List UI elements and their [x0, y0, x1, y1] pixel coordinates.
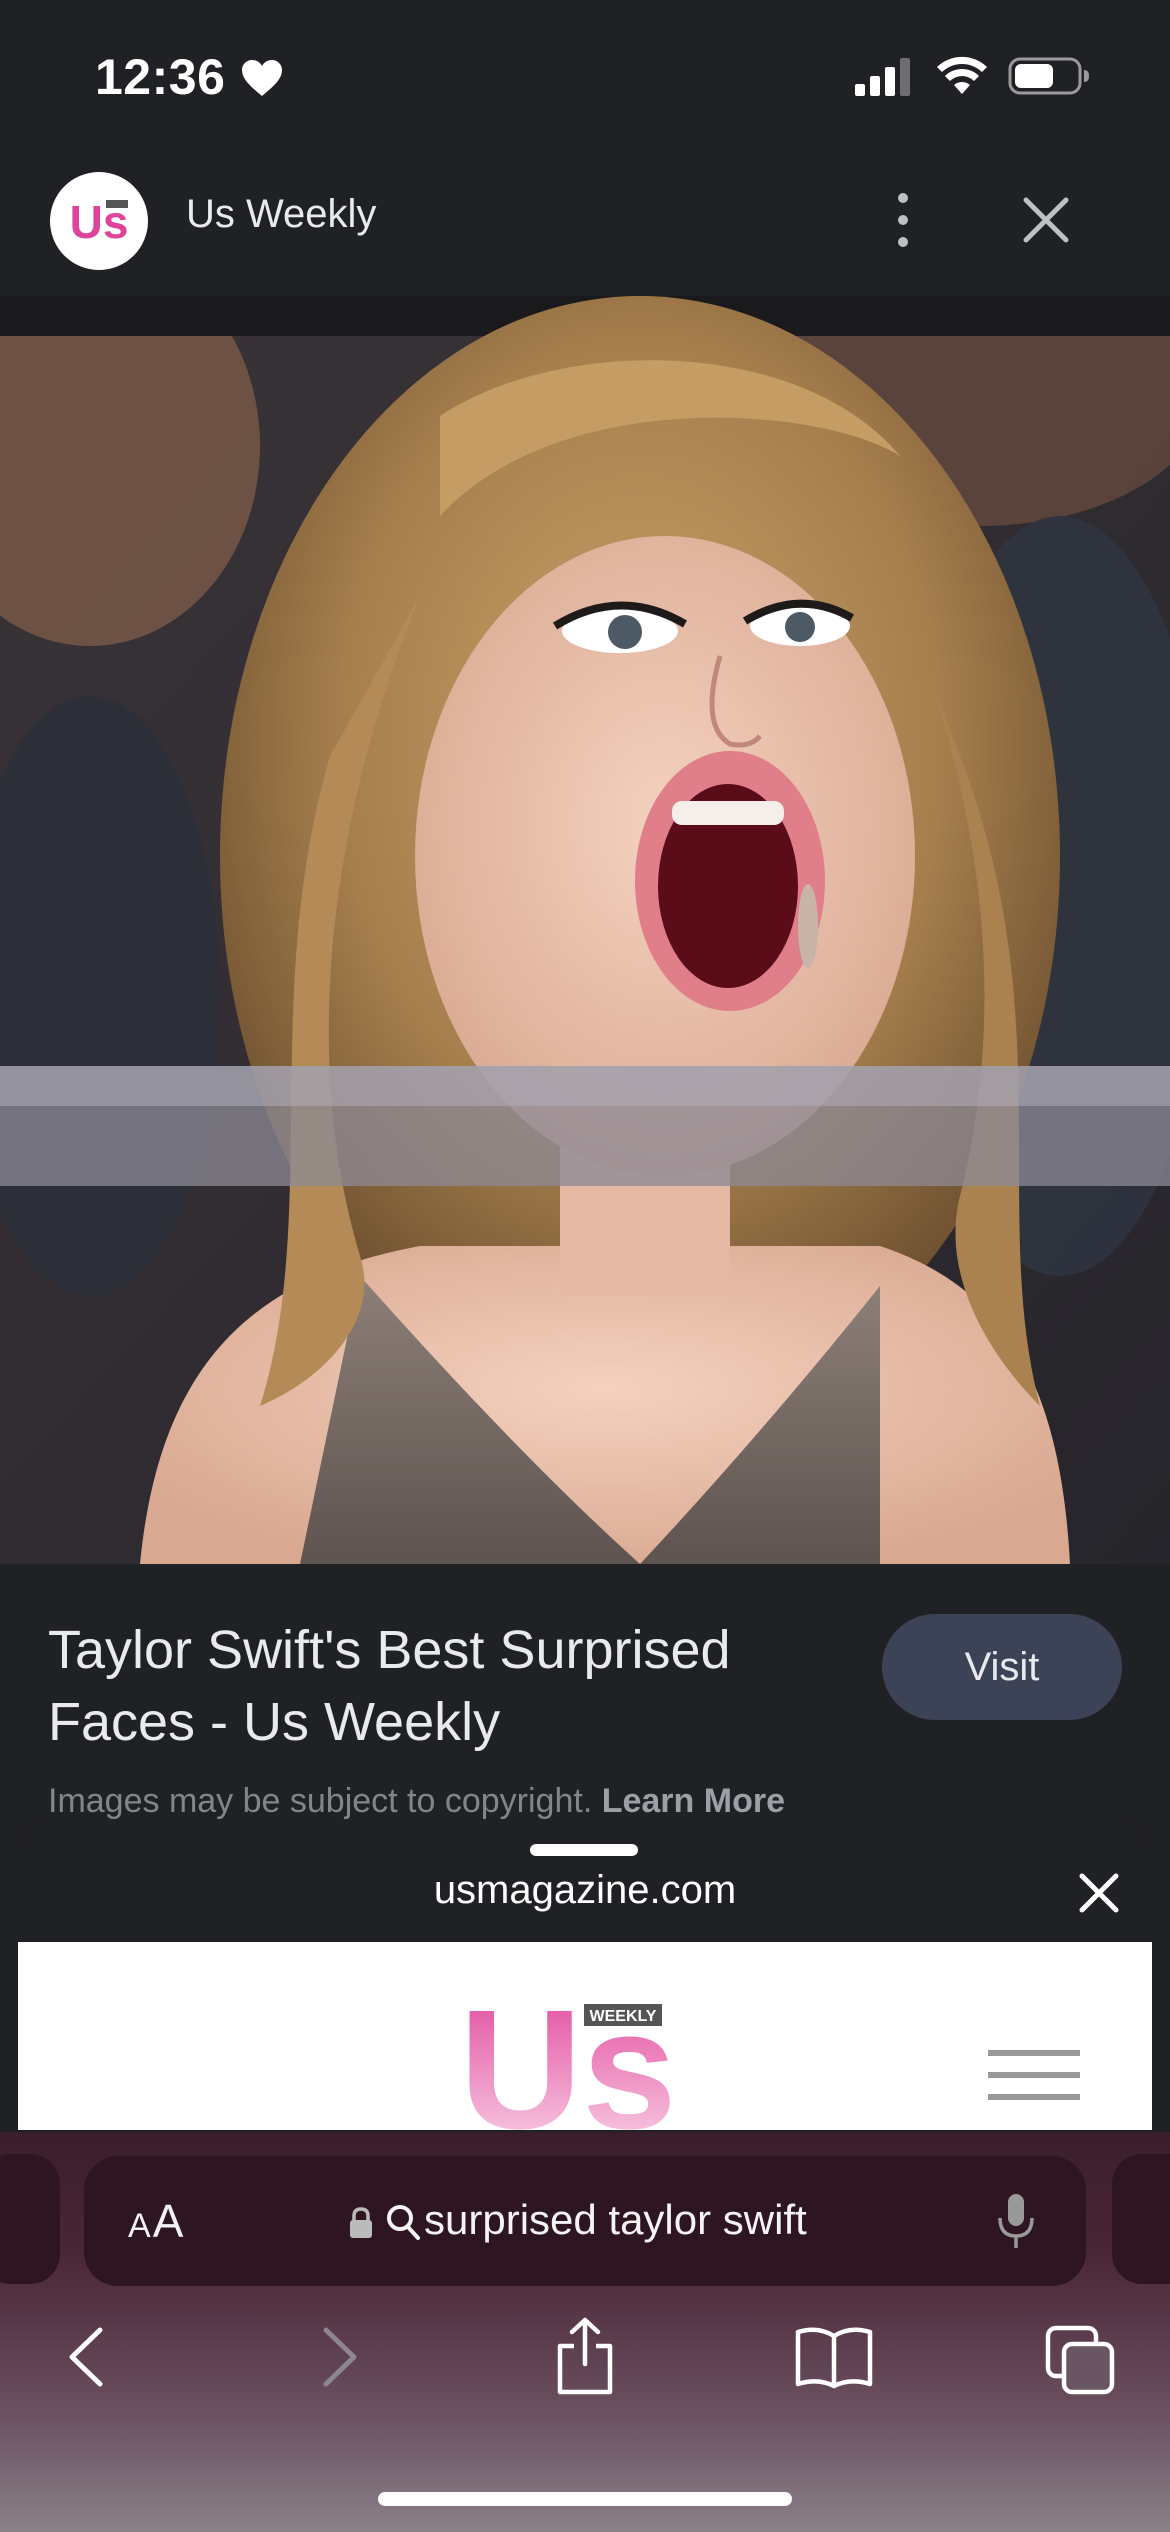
back-icon[interactable] — [64, 2324, 108, 2390]
search-icon — [387, 2205, 420, 2240]
photo-illustration — [0, 296, 1170, 1564]
heart-icon — [242, 60, 282, 96]
microphone-icon[interactable] — [996, 2192, 1036, 2250]
home-indicator[interactable] — [378, 2492, 792, 2506]
website-preview-sheet: usmagazine.com Us WEEKLY — [18, 1820, 1152, 2130]
share-icon[interactable] — [552, 2316, 618, 2396]
source-site-name[interactable]: Us Weekly — [186, 192, 376, 237]
lock-icon — [350, 2207, 372, 2238]
cellular-signal-icon — [855, 58, 910, 96]
next-tab-peek[interactable] — [1112, 2154, 1170, 2284]
bookmarks-icon[interactable] — [794, 2324, 874, 2390]
page-settings-button[interactable]: AA — [128, 2194, 185, 2248]
aa-small: A — [128, 2207, 153, 2245]
address-bar-text[interactable]: surprised taylor swift — [424, 2196, 807, 2244]
status-bar: 12:36 — [0, 0, 1170, 150]
aa-large: A — [152, 2195, 186, 2247]
close-icon[interactable] — [1018, 192, 1074, 248]
address-bar[interactable]: AA surprised taylor swift — [84, 2156, 1086, 2286]
us-weekly-logo-icon: Us — [70, 196, 129, 248]
image-source-header: Us Us Weekly — [0, 150, 1170, 296]
us-weekly-site-logo[interactable]: Us WEEKLY — [458, 1990, 688, 2130]
more-options-icon[interactable] — [880, 190, 926, 250]
copyright-text: Images may be subject to copyright. — [48, 1782, 593, 1820]
weekly-badge: WEEKLY — [590, 2008, 657, 2025]
battery-icon — [1008, 57, 1089, 95]
website-content[interactable]: Us WEEKLY — [18, 1942, 1152, 2130]
copyright-note: Images may be subject to copyright. Lear… — [48, 1782, 785, 1821]
preview-photo[interactable] — [0, 296, 1170, 1564]
result-title[interactable]: Taylor Swift's Best Surprised Faces - Us… — [48, 1614, 828, 1758]
sheet-close-icon[interactable] — [1076, 1870, 1122, 1916]
us-weekly-logo[interactable]: Us — [50, 172, 148, 270]
learn-more-link[interactable]: Learn More — [602, 1782, 785, 1820]
safari-toolbar: AA surprised taylor swift — [0, 2132, 1170, 2532]
status-time: 12:36 — [95, 49, 226, 105]
visit-button[interactable]: Visit — [882, 1614, 1122, 1720]
previous-tab-peek[interactable] — [0, 2154, 60, 2284]
sheet-grabber-handle[interactable] — [530, 1844, 638, 1856]
sheet-domain: usmagazine.com — [433, 1868, 737, 1912]
tabs-overview-icon[interactable] — [1044, 2324, 1116, 2396]
forward-icon[interactable] — [318, 2324, 362, 2390]
wifi-icon — [937, 56, 987, 94]
hamburger-menu-icon[interactable] — [988, 2048, 1080, 2108]
